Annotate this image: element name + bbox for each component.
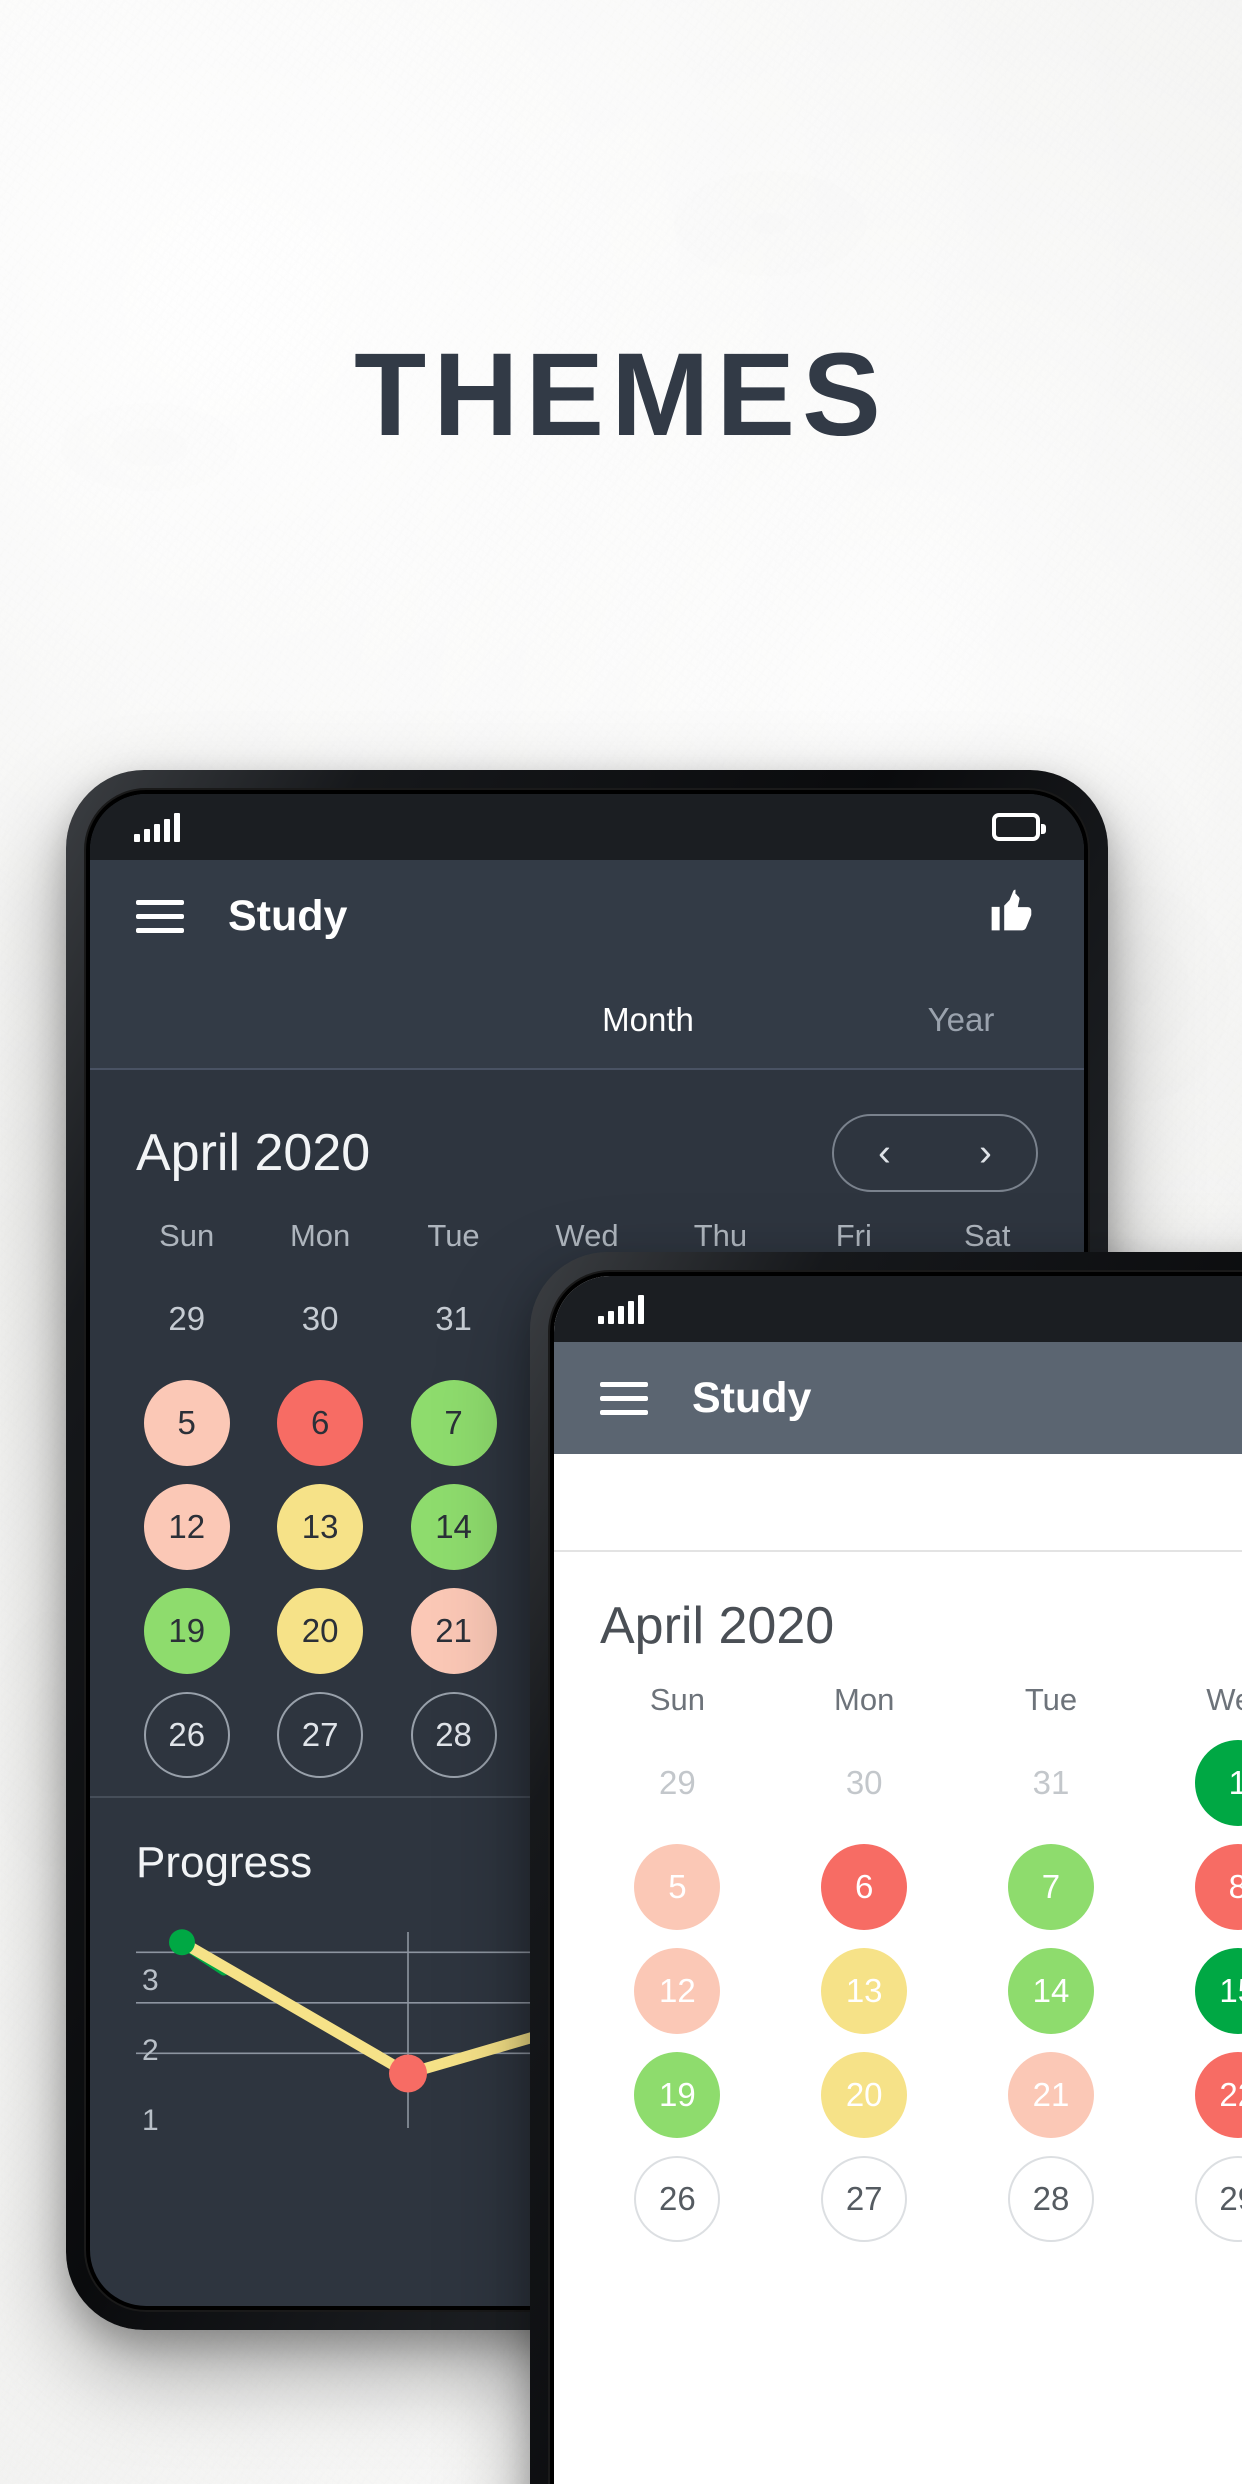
calendar-day-28[interactable]: 28	[410, 1692, 497, 1778]
month-nav-pill-dark[interactable]: ‹ ›	[832, 1114, 1038, 1192]
phone-bezel-inner: Study Month April 2020 SunMonTueWedThu 2…	[548, 1270, 1242, 2484]
month-label-dark: April 2020	[136, 1124, 371, 1182]
calendar-day-19[interactable]: 19	[143, 1588, 230, 1674]
hamburger-menu-icon[interactable]	[136, 899, 184, 933]
calendar-day-5[interactable]: 5	[634, 1844, 721, 1930]
calendar-day-28[interactable]: 28	[1007, 2156, 1094, 2242]
weekday-label-wed: Wed	[555, 1218, 619, 1253]
screen-light: Study Month April 2020 SunMonTueWedThu 2…	[554, 1276, 1242, 2484]
calendar-day-31[interactable]: 31	[411, 1276, 497, 1362]
status-bar-dark	[90, 794, 1084, 860]
calendar-header-light: April 2020	[554, 1552, 1242, 1682]
weekday-header-row-dark: Sun Mon Tue Wed Thu Fri Sat	[90, 1218, 1084, 1254]
calendar-day-27[interactable]: 27	[277, 1692, 364, 1778]
chart-ytick-1: 1	[142, 2104, 159, 2137]
calendar-day-12[interactable]: 12	[634, 1948, 721, 2034]
calendar-day-29[interactable]: 29	[144, 1276, 230, 1362]
weekday-label-sun: Sun	[159, 1218, 215, 1253]
calendar-day-30[interactable]: 30	[821, 1740, 907, 1826]
calendar-day-20[interactable]: 20	[277, 1588, 364, 1674]
app-bar-light: Study	[554, 1342, 1242, 1454]
calendar-day-30[interactable]: 30	[277, 1276, 363, 1362]
calendar-day-6[interactable]: 6	[821, 1844, 908, 1930]
calendar-day-13[interactable]: 13	[821, 1948, 908, 2034]
tab-bar-dark: Month Year	[90, 972, 1084, 1070]
calendar-day-5[interactable]: 5	[143, 1380, 230, 1466]
calendar-grid-light: 2930311256789121314151619202122232627282…	[554, 1718, 1242, 2242]
weekday-label-wed: Wed	[1206, 1682, 1242, 1717]
page-title: THEMES	[354, 329, 888, 461]
chart-data-point	[389, 2054, 427, 2093]
calendar-day-29[interactable]: 29	[1194, 2156, 1242, 2242]
weekday-label-sun: Sun	[649, 1682, 705, 1717]
tab-month-dark[interactable]: Month	[458, 1001, 838, 1039]
calendar-day-20[interactable]: 20	[821, 2052, 908, 2138]
calendar-day-7[interactable]: 7	[410, 1380, 497, 1466]
weekday-label-mon: Mon	[289, 1218, 351, 1253]
tab-year-dark[interactable]: Year	[838, 1001, 1084, 1039]
chart-data-point	[169, 1929, 195, 1956]
calendar-day-14[interactable]: 14	[410, 1484, 497, 1570]
weekday-label-mon: Mon	[834, 1682, 895, 1717]
chevron-right-icon[interactable]: ›	[979, 1134, 992, 1172]
calendar-day-19[interactable]: 19	[634, 2052, 721, 2138]
calendar-week-row: 29303112	[584, 1740, 1242, 1826]
calendar-day-8[interactable]: 8	[1194, 1844, 1242, 1930]
calendar-day-31[interactable]: 31	[1008, 1740, 1094, 1826]
app-bar-dark: Study	[90, 860, 1084, 972]
hamburger-menu-icon[interactable]	[600, 1381, 648, 1415]
calendar-header-dark: April 2020 ‹ ›	[90, 1070, 1084, 1218]
calendar-day-27[interactable]: 27	[821, 2156, 908, 2242]
calendar-day-22[interactable]: 22	[1194, 2052, 1242, 2138]
weekday-label-fri: Fri	[835, 1218, 872, 1253]
calendar-week-row: 2627282930	[584, 2156, 1242, 2242]
chart-ytick-3: 3	[142, 1964, 159, 1997]
battery-icon	[992, 813, 1046, 841]
weekday-label-tue: Tue	[1024, 1682, 1078, 1717]
calendar-day-29[interactable]: 29	[634, 1740, 720, 1826]
calendar-week-row: 56789	[584, 1844, 1242, 1930]
calendar-week-row: 1920212223	[584, 2052, 1242, 2138]
month-label-light: April 2020	[600, 1597, 835, 1655]
calendar-day-1[interactable]: 1	[1194, 1740, 1242, 1826]
weekday-label-tue: Tue	[427, 1218, 480, 1253]
calendar-day-15[interactable]: 15	[1194, 1948, 1242, 2034]
signal-bars-icon	[134, 812, 180, 842]
weekday-header-row-light: SunMonTueWedThu	[554, 1682, 1242, 1718]
calendar-day-14[interactable]: 14	[1007, 1948, 1094, 2034]
calendar-day-13[interactable]: 13	[277, 1484, 364, 1570]
calendar-day-6[interactable]: 6	[277, 1380, 364, 1466]
tab-month-light[interactable]: Month	[1118, 1483, 1242, 1521]
calendar-day-7[interactable]: 7	[1007, 1844, 1094, 1930]
thumbs-up-icon[interactable]	[986, 887, 1038, 946]
signal-bars-icon	[598, 1294, 644, 1324]
calendar-day-12[interactable]: 12	[143, 1484, 230, 1570]
calendar-day-21[interactable]: 21	[1007, 2052, 1094, 2138]
calendar-day-26[interactable]: 26	[143, 1692, 230, 1778]
tab-bar-light: Month	[554, 1454, 1242, 1552]
phone-mockup-light-theme: Study Month April 2020 SunMonTueWedThu 2…	[530, 1252, 1242, 2484]
app-title-light: Study	[692, 1373, 812, 1422]
calendar-day-26[interactable]: 26	[634, 2156, 721, 2242]
weekday-label-sat: Sat	[963, 1218, 1011, 1253]
weekday-label-thu: Thu	[693, 1218, 748, 1253]
chart-ytick-2: 2	[142, 2034, 159, 2067]
calendar-day-21[interactable]: 21	[410, 1588, 497, 1674]
status-bar-light-phone	[554, 1276, 1242, 1342]
calendar-week-row: 1213141516	[584, 1948, 1242, 2034]
chevron-left-icon[interactable]: ‹	[878, 1134, 891, 1172]
app-title-dark: Study	[228, 891, 348, 940]
